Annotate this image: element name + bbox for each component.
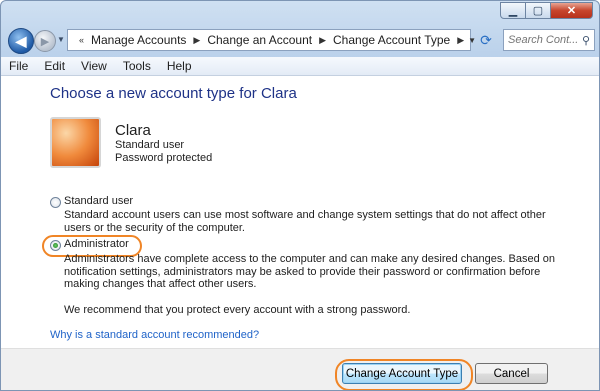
user-password-status: Password protected [115, 152, 213, 164]
breadcrumb-change-an-account[interactable]: Change an Account [207, 33, 312, 47]
user-avatar [50, 117, 101, 168]
administrator-radio[interactable] [50, 240, 61, 251]
button-bar: Change Account Type Cancel [1, 348, 599, 390]
refresh-icon: ⟳ [480, 31, 492, 48]
back-button[interactable]: ◀ [8, 28, 34, 54]
window: ▁ ▢ ✕ ◀ ▶ ▼ « Manage Accounts ▶ Change a… [0, 0, 600, 391]
administrator-label[interactable]: Administrator [64, 238, 129, 250]
help-link[interactable]: Why is a standard account recommended? [50, 329, 259, 341]
breadcrumb-manage-accounts[interactable]: Manage Accounts [91, 33, 186, 47]
minimize-icon: ▁ [508, 5, 518, 17]
search-box[interactable]: ⚲ [503, 29, 595, 51]
menu-view[interactable]: View [73, 59, 115, 73]
forward-arrow-icon: ▶ [40, 35, 50, 48]
menu-help[interactable]: Help [159, 59, 200, 73]
maximize-icon: ▢ [532, 5, 544, 17]
administrator-description: Administrators have complete access to t… [64, 253, 555, 291]
close-button[interactable]: ✕ [550, 2, 593, 19]
window-controls: ▁ ▢ ✕ [500, 2, 593, 19]
menu-tools[interactable]: Tools [115, 59, 159, 73]
back-arrow-icon: ◀ [15, 32, 27, 49]
menu-file[interactable]: File [1, 59, 36, 73]
menu-bar: File Edit View Tools Help [1, 57, 599, 76]
recent-pages-dropdown-icon[interactable]: ▼ [57, 35, 65, 44]
address-bar[interactable]: « Manage Accounts ▶ Change an Account ▶ … [67, 29, 476, 51]
search-input[interactable] [504, 34, 582, 46]
page-title: Choose a new account type for Clara [50, 85, 297, 102]
user-name: Clara [115, 122, 151, 139]
breadcrumb-overflow-icon[interactable]: « [79, 35, 84, 45]
refresh-button[interactable]: ⟳ [475, 31, 497, 49]
breadcrumb-change-account-type[interactable]: Change Account Type [333, 33, 450, 47]
minimize-button[interactable]: ▁ [500, 2, 526, 19]
menu-edit[interactable]: Edit [36, 59, 73, 73]
breadcrumb-separator-icon[interactable]: ▶ [193, 35, 200, 46]
standard-user-description: Standard account users can use most soft… [64, 209, 546, 234]
maximize-button[interactable]: ▢ [525, 2, 551, 19]
cancel-button[interactable]: Cancel [475, 363, 548, 384]
password-recommendation: We recommend that you protect every acco… [64, 304, 411, 316]
content-area: Choose a new account type for Clara Clar… [1, 76, 599, 348]
breadcrumb-separator-icon[interactable]: ▶ [457, 35, 464, 46]
forward-button[interactable]: ▶ [34, 30, 56, 52]
standard-user-radio[interactable] [50, 197, 61, 208]
close-icon: ✕ [566, 5, 577, 17]
navigation-bar: ◀ ▶ ▼ « Manage Accounts ▶ Change an Acco… [1, 27, 599, 55]
search-icon[interactable]: ⚲ [582, 34, 590, 47]
user-account-type: Standard user [115, 139, 185, 151]
breadcrumb-separator-icon[interactable]: ▶ [319, 35, 326, 46]
change-account-type-button[interactable]: Change Account Type [342, 363, 462, 384]
standard-user-label[interactable]: Standard user [64, 195, 133, 207]
